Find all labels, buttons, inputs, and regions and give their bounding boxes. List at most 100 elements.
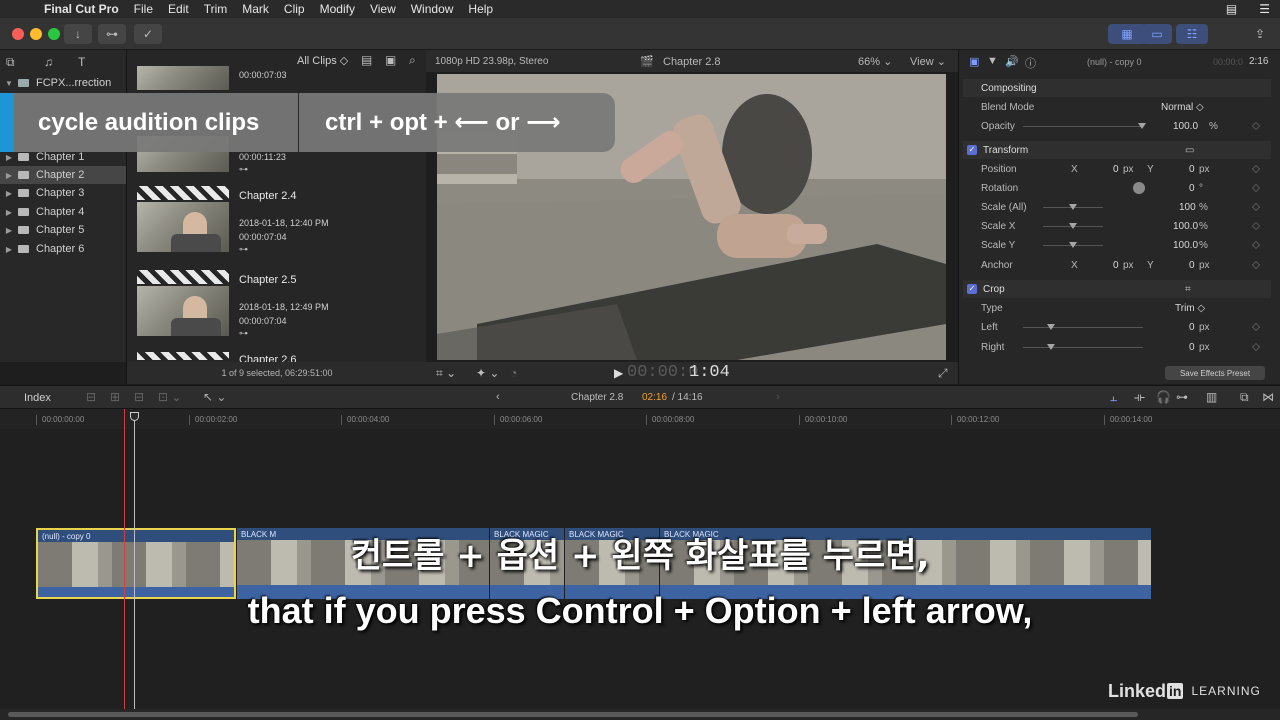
event-chapter-3[interactable]: ▶ Chapter 3 <box>0 184 126 202</box>
transform-onscreen-icon[interactable]: ▭ <box>1185 145 1194 156</box>
info-inspector-icon[interactable]: ⓘ <box>1025 55 1036 71</box>
keyframe-icon[interactable] <box>1251 202 1261 212</box>
inspector-panel: ▣ ▼ 🔊 ⓘ (null) - copy 0 00:00:0 2:16 Com… <box>958 50 1280 384</box>
libraries-icon[interactable]: ⧉ <box>6 55 15 70</box>
audio-skimming-icon[interactable]: ⟛ <box>1134 390 1145 405</box>
clip-appearance-icon[interactable]: ▤ <box>361 53 372 67</box>
crop-tool-icon[interactable]: ⌗ ⌄ <box>436 366 456 381</box>
menu-window[interactable]: Window <box>411 2 454 16</box>
control-strip-icon[interactable]: ▤ <box>1226 2 1237 16</box>
compositing-section[interactable]: Compositing <box>963 79 1271 97</box>
crop-checkbox[interactable]: ✓ <box>967 284 977 294</box>
menu-help[interactable]: Help <box>468 2 493 16</box>
crop-left-slider[interactable] <box>1023 327 1143 328</box>
event-chapter-4[interactable]: ▶ Chapter 4 <box>0 203 126 221</box>
menu-edit[interactable]: Edit <box>168 2 189 16</box>
timeline-index-button[interactable]: Index <box>24 392 51 404</box>
event-chapter-6[interactable]: ▶ Chapter 6 <box>0 240 126 258</box>
crop-section[interactable]: ✓ Crop ⌗ <box>963 280 1271 298</box>
scale-y-slider-knob[interactable] <box>1069 242 1077 248</box>
rotation-dial[interactable] <box>1133 182 1145 194</box>
timeline-toggle-icon[interactable]: ▭ <box>1142 24 1172 44</box>
retime-tool-icon[interactable]: ◔ <box>510 366 517 380</box>
transitions-browser-icon[interactable]: ⋈ <box>1262 390 1274 404</box>
save-effects-preset-button[interactable]: Save Effects Preset <box>1165 366 1265 380</box>
append-clip-icon[interactable]: ⊟ <box>134 390 144 404</box>
color-inspector-icon[interactable]: ▼ <box>987 55 998 67</box>
transform-section[interactable]: ✓ Transform ▭ <box>963 141 1271 159</box>
scale-x-slider-knob[interactable] <box>1069 223 1077 229</box>
menu-clip[interactable]: Clip <box>284 2 305 16</box>
scale-all-row: Scale (All) 100 % <box>963 198 1271 216</box>
video-waveform-icon[interactable]: ⫠ <box>1110 390 1117 405</box>
menu-trim[interactable]: Trim <box>204 2 228 16</box>
event-chapter-2[interactable]: ▶ Chapter 2 <box>0 166 126 184</box>
keywords-icon[interactable]: ⊶ <box>98 24 126 44</box>
timeline-forward-icon[interactable]: › <box>776 391 780 403</box>
crop-right-slider[interactable] <box>1023 347 1143 348</box>
playhead-handle[interactable] <box>130 412 139 421</box>
viewer-title: Chapter 2.8 <box>663 56 721 68</box>
crop-onscreen-icon[interactable]: ⌗ <box>1185 284 1191 295</box>
background-tasks-icon[interactable]: ✓ <box>134 24 162 44</box>
clip-item-chapter-2-4[interactable]: Chapter 2.4 2018-01-18, 12:40 PM 00:00:0… <box>137 186 417 266</box>
play-button[interactable]: ▶ <box>614 366 623 380</box>
crop-left-slider-knob[interactable] <box>1047 324 1055 330</box>
audio-inspector-icon[interactable]: 🔊 <box>1005 55 1019 68</box>
view-dropdown[interactable]: View ⌄ <box>910 55 946 68</box>
snapping-icon[interactable]: ⊶ <box>1176 390 1188 404</box>
overwrite-clip-icon[interactable]: ⊡ ⌄ <box>158 390 181 404</box>
filmstrip-view-icon[interactable]: ▣ <box>385 53 396 67</box>
crop-type-dropdown[interactable]: Trim ◇ <box>1175 303 1205 314</box>
inspector-toggle-icon[interactable]: ☷ <box>1176 24 1208 44</box>
keyframe-icon[interactable] <box>1251 260 1261 270</box>
timecode-display[interactable]: 1:04 <box>689 363 730 382</box>
timeline-ruler[interactable]: 00:00:00:00 00:00:02:00 00:00:04:00 00:0… <box>0 409 1280 429</box>
blend-mode-dropdown[interactable]: Normal ◇ <box>1161 102 1204 113</box>
menu-modify[interactable]: Modify <box>320 2 355 16</box>
opacity-slider[interactable] <box>1023 126 1143 127</box>
menu-file[interactable]: File <box>134 2 153 16</box>
transform-checkbox[interactable]: ✓ <box>967 145 977 155</box>
keyframe-icon[interactable] <box>1251 221 1261 231</box>
timeline-scrollbar[interactable] <box>0 709 1280 720</box>
keyframe-icon[interactable] <box>1251 240 1261 250</box>
keyframe-icon[interactable] <box>1251 342 1261 352</box>
keyframe-icon[interactable] <box>1251 121 1261 131</box>
insert-clip-icon[interactable]: ⊞ <box>110 390 120 404</box>
connect-clip-icon[interactable]: ⊟ <box>86 390 96 404</box>
scale-all-slider-knob[interactable] <box>1069 204 1077 210</box>
select-tool-icon[interactable]: ↖ ⌄ <box>203 390 226 404</box>
crop-right-slider-knob[interactable] <box>1047 344 1055 350</box>
close-window-button[interactable] <box>12 28 24 40</box>
clip-item-chapter-2-5[interactable]: Chapter 2.5 2018-01-18, 12:49 PM 00:00:0… <box>137 270 417 350</box>
video-inspector-icon[interactable]: ▣ <box>969 55 979 68</box>
keyframe-icon[interactable] <box>1251 322 1261 332</box>
clip-thumbnail <box>137 66 229 90</box>
event-chapter-5[interactable]: ▶ Chapter 5 <box>0 221 126 239</box>
keyframe-icon[interactable] <box>1251 183 1261 193</box>
opacity-row: Opacity 100.0 % <box>963 117 1271 135</box>
effects-browser-icon[interactable]: ⧉ <box>1240 390 1249 405</box>
library-item[interactable]: ▼ FCPX...rrection <box>0 74 126 92</box>
headphones-icon[interactable]: 🎧 <box>1156 390 1171 404</box>
photos-audio-icon[interactable]: ♫ <box>44 55 53 69</box>
menu-mark[interactable]: Mark <box>242 2 269 16</box>
enhance-tool-icon[interactable]: ✦ ⌄ <box>476 366 499 380</box>
menu-list-icon[interactable]: ☰ <box>1259 2 1270 16</box>
keyframe-icon[interactable] <box>1251 164 1261 174</box>
zoom-dropdown[interactable]: 66% ⌄ <box>858 55 892 68</box>
clip-appearance-icon[interactable]: ▥ <box>1206 390 1217 404</box>
titles-icon[interactable]: T <box>78 55 85 69</box>
timeline-scroll-thumb[interactable] <box>8 712 1138 717</box>
opacity-slider-knob[interactable] <box>1138 123 1146 129</box>
zoom-window-button[interactable] <box>48 28 60 40</box>
timeline-back-icon[interactable]: ‹ <box>496 391 500 403</box>
browser-toggle-icon[interactable]: ▦ <box>1108 24 1146 44</box>
menu-view[interactable]: View <box>370 2 396 16</box>
fullscreen-icon[interactable]: ⤢ <box>938 366 948 381</box>
share-icon[interactable]: ⇪ <box>1248 24 1272 44</box>
menu-app-name[interactable]: Final Cut Pro <box>44 2 119 16</box>
import-icon[interactable]: ↓ <box>64 24 92 44</box>
minimize-window-button[interactable] <box>30 28 42 40</box>
